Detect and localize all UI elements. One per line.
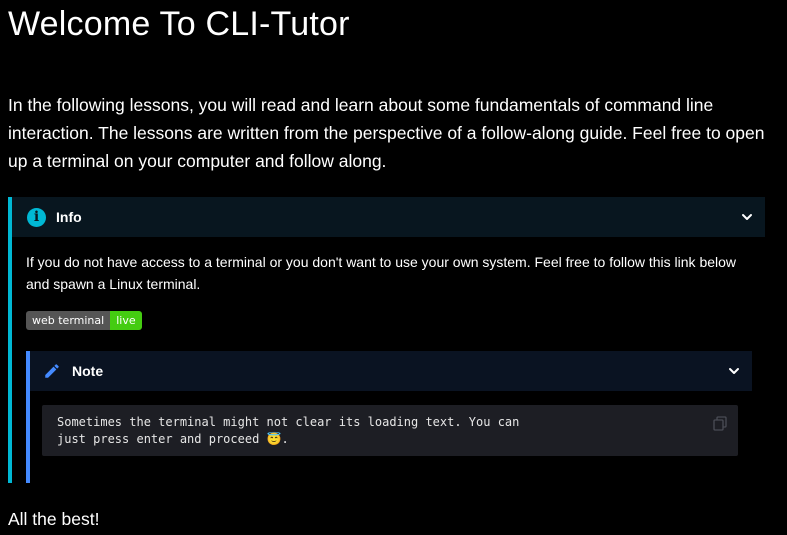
info-admonition-title: Info — [56, 209, 82, 225]
info-admonition: i Info If you do not have access to a te… — [8, 197, 765, 483]
code-line-2: just press enter and proceed — [57, 432, 267, 446]
code-block: Sometimes the terminal might not clear i… — [42, 405, 738, 456]
smiling-halo-emoji: 😇 — [266, 432, 282, 446]
closing-text: All the best! — [8, 509, 100, 529]
code-line-2-end: . — [281, 432, 289, 446]
note-admonition-title: Note — [72, 363, 104, 379]
badge-status: live — [110, 311, 142, 330]
info-icon: i — [27, 208, 46, 227]
web-terminal-badge-link[interactable]: web terminal live — [26, 311, 142, 330]
code-line-1: Sometimes the terminal might not clear i… — [57, 415, 520, 429]
info-admonition-header[interactable]: i Info — [12, 197, 765, 237]
page-title: Welcome To CLI-Tutor — [8, 5, 350, 43]
info-admonition-body: If you do not have access to a terminal … — [26, 254, 737, 292]
chevron-down-icon[interactable] — [741, 211, 753, 223]
intro-paragraph: In the following lessons, you will read … — [8, 95, 765, 171]
pencil-icon — [45, 364, 59, 378]
note-admonition: Note Sometimes the terminal might not cl… — [26, 351, 752, 483]
chevron-down-icon[interactable] — [728, 365, 740, 377]
badge-label: web terminal — [26, 311, 111, 330]
note-admonition-header[interactable]: Note — [30, 351, 752, 391]
copy-icon[interactable] — [713, 416, 727, 431]
code-text: Sometimes the terminal might not clear i… — [57, 414, 519, 448]
page: Welcome To CLI-Tutor In the following le… — [0, 0, 787, 535]
